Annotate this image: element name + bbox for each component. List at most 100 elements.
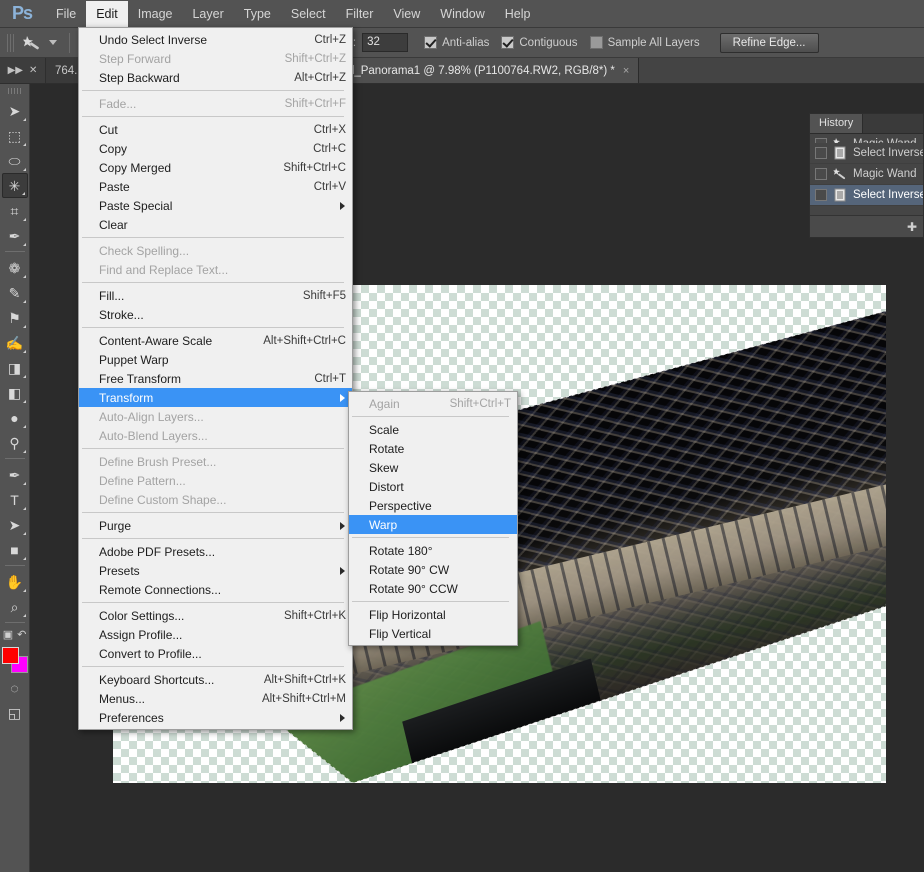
edit-menu-item-assign-profile[interactable]: Assign Profile... [79,625,352,644]
move-tool[interactable]: ➤ [2,98,28,123]
menubar-item-select[interactable]: Select [281,1,336,27]
swap-colors-icon[interactable]: ↶ [17,628,26,641]
transform-menu-item-perspective[interactable]: Perspective [349,496,517,515]
edit-menu-item-preferences[interactable]: Preferences [79,708,352,727]
edit-menu-item-color-settings[interactable]: Color Settings... Shift+Ctrl+K [79,606,352,625]
edit-menu-item-define-pattern[interactable]: Define Pattern... [79,471,352,490]
arrange-documents-control[interactable]: ▶▶ ✕ [0,58,46,83]
history-entry[interactable]: Magic Wand [810,134,923,143]
edit-menu-item-convert-to-profile[interactable]: Convert to Profile... [79,644,352,663]
transform-menu-item-rotate[interactable]: Rotate [349,439,517,458]
anti-alias-checkbox[interactable] [424,36,438,49]
screen-mode-button[interactable]: ◱ [2,700,28,725]
transform-menu-item-rotate-90-cw[interactable]: Rotate 90° CW [349,560,517,579]
history-snapshot-checkbox[interactable] [815,189,827,201]
menubar-item-window[interactable]: Window [430,1,494,27]
edit-menu-item-define-custom-shape[interactable]: Define Custom Shape... [79,490,352,509]
anti-alias-checkbox-group[interactable]: Anti-alias [424,36,489,49]
edit-menu-item-free-transform[interactable]: Free Transform Ctrl+T [79,369,352,388]
close-icon[interactable]: ✕ [29,65,37,76]
edit-menu-item-purge[interactable]: Purge [79,516,352,535]
transform-submenu-dropdown[interactable]: Again Shift+Ctrl+T Scale Rotate Skew Distort P… [348,391,518,646]
rectangular-marquee-tool[interactable]: ⬚ [2,123,28,148]
edit-menu-item-paste-special[interactable]: Paste Special [79,196,352,215]
edit-menu-item-menus[interactable]: Menus... Alt+Shift+Ctrl+M [79,689,352,708]
menubar-item-filter[interactable]: Filter [336,1,384,27]
transform-menu-item-scale[interactable]: Scale [349,420,517,439]
gradient-tool[interactable]: ◧ [2,380,28,405]
menubar-item-edit[interactable]: Edit [86,0,128,27]
edit-menu-item-paste[interactable]: Paste Ctrl+V [79,177,352,196]
crop-tool[interactable]: ⌗ [2,198,28,223]
document-tab-active[interactable]: Untitled_Panorama1 @ 7.98% (P1100764.RW2… [306,58,640,83]
edit-menu-dropdown[interactable]: Undo Select Inverse Ctrl+Z Step Forward Shi… [78,27,353,730]
edit-menu-item-fade[interactable]: Fade... Shift+Ctrl+F [79,94,352,113]
edit-menu-item-auto-align-layers[interactable]: Auto-Align Layers... [79,407,352,426]
history-brush-tool[interactable]: ✍ [2,330,28,355]
menubar-item-view[interactable]: View [383,1,430,27]
edit-menu-item-remote-connections[interactable]: Remote Connections... [79,580,352,599]
edit-menu-item-find-and-replace-text[interactable]: Find and Replace Text... [79,260,352,279]
edit-menu-item-auto-blend-layers[interactable]: Auto-Blend Layers... [79,426,352,445]
refine-edge-button[interactable]: Refine Edge... [719,32,819,53]
history-snapshot-checkbox[interactable] [815,138,827,143]
edit-menu-item-transform[interactable]: Transform [79,388,352,407]
transform-menu-item-warp[interactable]: Warp [349,515,517,534]
tab-history[interactable]: History [810,114,864,133]
tool-preset-chevron-down-icon[interactable] [49,40,57,45]
edit-menu-item-adobe-pdf-presets[interactable]: Adobe PDF Presets... [79,542,352,561]
transform-menu-item-skew[interactable]: Skew [349,458,517,477]
edit-menu-item-puppet-warp[interactable]: Puppet Warp [79,350,352,369]
history-snapshot-checkbox[interactable] [815,147,827,159]
history-entry[interactable]: Select Inverse [810,185,923,206]
eraser-tool[interactable]: ◨ [2,355,28,380]
quick-mask-toggle[interactable]: ◌ [2,675,28,700]
history-entry[interactable]: Magic Wand [810,164,923,185]
dodge-tool[interactable]: ⚲ [2,430,28,455]
menubar-item-image[interactable]: Image [128,1,183,27]
sample-all-layers-checkbox-group[interactable]: Sample All Layers [589,36,700,49]
color-swatches[interactable] [1,647,28,673]
zoom-tool[interactable]: ⌕ [2,594,28,619]
edit-menu-item-stroke[interactable]: Stroke... [79,305,352,324]
hand-tool[interactable]: ✋ [2,569,28,594]
edit-menu-item-step-backward[interactable]: Step Backward Alt+Ctrl+Z [79,68,352,87]
pen-tool[interactable]: ✒ [2,462,28,487]
blur-tool[interactable]: ● [2,405,28,430]
foreground-color-swatch[interactable] [1,647,19,664]
arrange-icon[interactable]: ▶▶ [8,65,23,76]
edit-menu-item-copy[interactable]: Copy Ctrl+C [79,139,352,158]
transform-menu-item-flip-horizontal[interactable]: Flip Horizontal [349,605,517,624]
history-entry[interactable]: Select Inverse [810,143,923,164]
transform-menu-item-rotate-180[interactable]: Rotate 180° [349,541,517,560]
transform-menu-item-again[interactable]: Again Shift+Ctrl+T [349,394,517,413]
contiguous-checkbox-group[interactable]: Contiguous [501,36,578,49]
edit-menu-item-fill[interactable]: Fill... Shift+F5 [79,286,352,305]
edit-menu-item-define-brush-preset[interactable]: Define Brush Preset... [79,452,352,471]
edit-menu-item-step-forward[interactable]: Step Forward Shift+Ctrl+Z [79,49,352,68]
lasso-tool[interactable]: ⬭ [2,148,28,173]
close-icon[interactable]: × [623,65,629,77]
options-bar-grip[interactable] [7,33,14,52]
sample-all-layers-checkbox[interactable] [589,36,603,49]
transform-menu-item-distort[interactable]: Distort [349,477,517,496]
edit-menu-item-undo-select-inverse[interactable]: Undo Select Inverse Ctrl+Z [79,30,352,49]
edit-menu-item-content-aware-scale[interactable]: Content-Aware Scale Alt+Shift+Ctrl+C [79,331,352,350]
transform-menu-item-flip-vertical[interactable]: Flip Vertical [349,624,517,643]
spot-healing-brush-tool[interactable]: ❁ [2,255,28,280]
brush-tool[interactable]: ✎ [2,280,28,305]
contiguous-checkbox[interactable] [501,36,515,49]
toolbox-grip[interactable] [7,88,22,94]
clone-stamp-tool[interactable]: ⚑ [2,305,28,330]
edit-menu-item-keyboard-shortcuts[interactable]: Keyboard Shortcuts... Alt+Shift+Ctrl+K [79,670,352,689]
menubar-item-type[interactable]: Type [234,1,281,27]
history-snapshot-checkbox[interactable] [815,168,827,180]
path-selection-tool[interactable]: ➤ [2,512,28,537]
new-snapshot-icon[interactable]: ✚ [907,220,917,234]
eyedropper-tool[interactable]: ✒ [2,223,28,248]
edit-menu-item-presets[interactable]: Presets [79,561,352,580]
edit-menu-item-clear[interactable]: Clear [79,215,352,234]
tolerance-input[interactable]: 32 [362,33,409,52]
magic-wand-tool[interactable]: ✳ [1,173,28,198]
history-panel[interactable]: History Magic WandSelect InverseMagic Wa… [809,113,924,238]
